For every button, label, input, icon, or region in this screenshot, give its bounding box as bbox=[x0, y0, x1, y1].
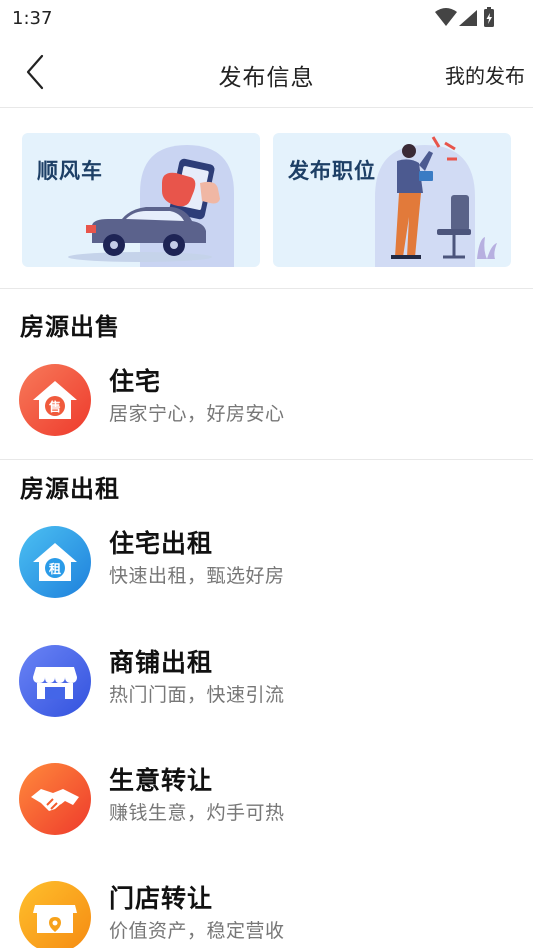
list-item-residential-rent[interactable]: 租 住宅出租 快速出租，甄选好房 bbox=[0, 518, 533, 608]
item-title: 住宅出租 bbox=[109, 529, 214, 558]
house-rent-icon: 租 bbox=[19, 526, 91, 598]
divider bbox=[0, 459, 533, 460]
banner-row: 顺风车 发布职位 bbox=[22, 133, 512, 267]
shop-location-icon bbox=[19, 881, 91, 948]
status-bar: 1:37 bbox=[0, 0, 533, 36]
recruiter-illustration-icon bbox=[375, 136, 497, 267]
carpool-banner[interactable]: 顺风车 bbox=[22, 133, 260, 267]
item-subtitle: 热门门面，快速引流 bbox=[109, 684, 285, 706]
list-item-business-transfer[interactable]: 生意转让 赚钱生意，灼手可热 bbox=[0, 755, 533, 845]
sale-badge: 售 bbox=[49, 399, 61, 414]
divider bbox=[0, 288, 533, 289]
handshake-icon bbox=[19, 763, 91, 835]
carpool-label: 顺风车 bbox=[37, 159, 103, 183]
post-job-label: 发布职位 bbox=[288, 159, 376, 183]
item-subtitle: 价值资产，稳定营收 bbox=[109, 920, 285, 942]
status-time: 1:37 bbox=[12, 8, 53, 29]
item-subtitle: 快速出租，甄选好房 bbox=[109, 565, 285, 587]
signal-icon bbox=[459, 10, 477, 26]
item-title: 住宅 bbox=[109, 367, 162, 396]
list-item-residential-sale[interactable]: 售 住宅 居家宁心，好房安心 bbox=[0, 356, 533, 446]
my-posts-button[interactable]: 我的发布 bbox=[445, 60, 525, 89]
section-title-rent: 房源出租 bbox=[20, 475, 120, 503]
car-illustration-icon bbox=[68, 145, 234, 267]
section-title-sale: 房源出售 bbox=[20, 313, 120, 341]
list-item-store-transfer[interactable]: 门店转让 价值资产，稳定营收 bbox=[0, 873, 533, 948]
post-job-banner[interactable]: 发布职位 bbox=[273, 133, 511, 267]
house-sale-icon: 售 bbox=[19, 364, 91, 436]
wifi-icon bbox=[435, 8, 457, 26]
item-subtitle: 居家宁心，好房安心 bbox=[109, 403, 285, 425]
item-title: 生意转让 bbox=[109, 766, 214, 795]
item-title: 门店转让 bbox=[109, 884, 214, 913]
item-title: 商铺出租 bbox=[109, 648, 214, 677]
rent-badge: 租 bbox=[49, 562, 61, 576]
status-icons bbox=[435, 7, 494, 27]
nav-bar: 发布信息 我的发布 bbox=[0, 36, 533, 108]
list-item-shop-rent[interactable]: 商铺出租 热门门面，快速引流 bbox=[0, 637, 533, 727]
item-subtitle: 赚钱生意，灼手可热 bbox=[109, 802, 285, 824]
storefront-icon bbox=[19, 645, 91, 717]
